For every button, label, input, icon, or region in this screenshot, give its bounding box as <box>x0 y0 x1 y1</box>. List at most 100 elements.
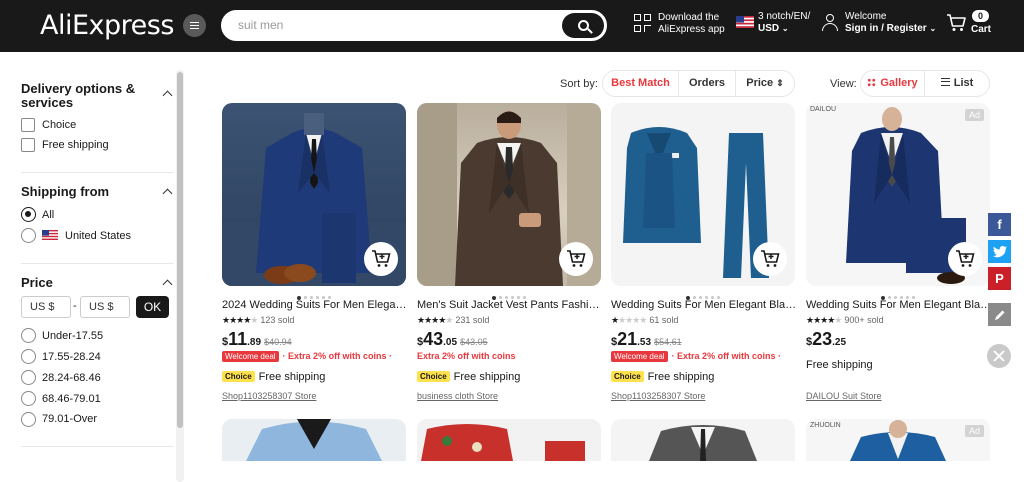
price-range-label: 68.46-79.01 <box>42 393 101 405</box>
pinterest-share-icon[interactable]: P <box>988 267 1011 290</box>
store-link[interactable]: DAILOU Suit Store <box>806 391 882 401</box>
price-range-label: 79.01-Over <box>42 413 98 425</box>
view-list[interactable]: List <box>925 71 989 96</box>
product-rating: ★★★★★ 61 sold <box>611 315 679 325</box>
view-gallery[interactable]: Gallery <box>861 71 925 96</box>
shipping-line: Choice Free shipping <box>417 371 520 383</box>
image-carousel-dots[interactable] <box>806 289 990 300</box>
product-rating: ★★★★★ 900+ sold <box>806 315 884 325</box>
price-range-radio[interactable] <box>21 391 36 406</box>
aliexpress-logo[interactable]: AliExpress <box>40 10 174 41</box>
sidebar-scrollbar-thumb[interactable] <box>177 72 183 428</box>
language-currency-selector[interactable]: 3 notch/EN/ USD ⌄ <box>758 11 810 35</box>
cart-icon[interactable] <box>946 14 966 32</box>
store-link[interactable]: business cloth Store <box>417 391 498 401</box>
search-input[interactable] <box>238 18 558 32</box>
price-range-radio[interactable] <box>21 412 36 427</box>
promo-line: Extra 2% off with coins <box>417 351 516 361</box>
twitter-bird-icon <box>992 245 1007 257</box>
product-image[interactable] <box>611 419 795 461</box>
image-carousel-dots[interactable] <box>222 289 406 300</box>
user-icon[interactable] <box>822 14 838 32</box>
product-image[interactable] <box>222 103 406 286</box>
choice-label: Choice <box>42 119 77 131</box>
price-range-label: Under-17.55 <box>42 330 104 342</box>
add-to-cart-button[interactable] <box>948 242 982 276</box>
twitter-share-icon[interactable] <box>988 240 1011 263</box>
search-button[interactable] <box>562 13 604 38</box>
product-title[interactable]: 2024 Wedding Suits For Men Elegant Blaze… <box>222 299 408 311</box>
price-ok-button[interactable]: OK <box>136 296 169 318</box>
chevron-down-icon: ⌄ <box>929 24 937 33</box>
product-image[interactable]: DAILOU Ad <box>806 103 990 286</box>
suit-image <box>421 424 585 461</box>
product-card[interactable]: Wedding Suits For Men Elegant Blazers ★★… <box>611 103 797 401</box>
suit-image <box>246 419 382 461</box>
welcome-deal-badge: Welcome deal <box>611 351 668 362</box>
choice-checkbox[interactable] <box>21 118 35 132</box>
product-image[interactable] <box>417 419 601 461</box>
sort-price[interactable]: Price ⇕ <box>736 71 794 96</box>
add-cart-icon <box>567 250 586 267</box>
price-range-radio[interactable] <box>21 370 36 385</box>
us-flag-icon <box>42 230 58 240</box>
choice-badge: Choice <box>222 371 255 382</box>
shipping-line: Choice Free shipping <box>222 371 325 383</box>
product-title[interactable]: Wedding Suits For Men Elegant Blazers <box>611 299 797 311</box>
add-to-cart-button[interactable] <box>559 242 593 276</box>
product-card[interactable]: Men's Suit Jacket Vest Pants Fashionable… <box>417 103 603 401</box>
add-to-cart-button[interactable] <box>753 242 787 276</box>
ship-from-us-radio[interactable] <box>21 228 36 243</box>
sort-arrows-icon: ⇕ <box>776 78 784 88</box>
qr-code-icon[interactable] <box>634 14 652 34</box>
ship-from-us-label: United States <box>65 230 132 242</box>
list-icon <box>940 78 950 86</box>
promo-line: Welcome deal · Extra 2% off with coins · <box>222 351 392 362</box>
account-menu[interactable]: Welcome Sign in / Register ⌄ <box>845 11 936 35</box>
product-image[interactable]: ZHUOLIN Ad <box>806 419 990 461</box>
ship-from-all-radio[interactable] <box>21 207 36 222</box>
feedback-edit-icon[interactable] <box>988 303 1011 326</box>
sort-best-match[interactable]: Best Match <box>603 71 679 96</box>
product-card[interactable]: DAILOU Ad Wedding Suits For Men Elegant … <box>806 103 992 401</box>
product-title[interactable]: Wedding Suits For Men Elegant Blazers <box>806 299 992 311</box>
suit-image <box>649 425 757 461</box>
product-rating: ★★★★★ 123 sold <box>222 315 295 325</box>
choice-badge: Choice <box>417 371 450 382</box>
product-price: $11.89 $40.94 <box>222 329 292 349</box>
download-app-link[interactable]: Download the AliExpress app <box>658 12 725 36</box>
pencil-icon <box>994 310 1004 320</box>
price-range-label: 17.55-28.24 <box>42 351 101 363</box>
price-min-input[interactable]: US $ <box>21 296 71 318</box>
view-label: View: <box>830 78 857 90</box>
product-price: $21.53 $54.61 <box>611 329 682 349</box>
view-options: Gallery List <box>860 70 990 97</box>
close-icon[interactable] <box>987 344 1011 368</box>
category-menu-button[interactable] <box>183 14 206 37</box>
product-card[interactable]: 2024 Wedding Suits For Men Elegant Blaze… <box>222 103 408 401</box>
image-carousel-dots[interactable] <box>417 289 601 300</box>
product-image[interactable] <box>222 419 406 461</box>
image-carousel-dots[interactable] <box>611 289 795 300</box>
store-link[interactable]: Shop1103258307 Store <box>611 391 705 401</box>
divider <box>21 172 174 173</box>
cart-count-badge: 0 <box>972 10 989 22</box>
price-range-radio[interactable] <box>21 349 36 364</box>
product-image[interactable] <box>611 103 795 286</box>
star-rating-icon: ★★★★★ <box>611 315 647 325</box>
price-title: Price <box>21 275 53 290</box>
free-shipping-checkbox[interactable] <box>21 138 35 152</box>
product-price: $23.25 <box>806 329 847 349</box>
facebook-share-icon[interactable]: f <box>988 213 1011 236</box>
sort-orders[interactable]: Orders <box>679 71 736 96</box>
product-price: $43.05 $43.05 <box>417 329 488 349</box>
store-link[interactable]: Shop1103258307 Store <box>222 391 316 401</box>
product-image[interactable] <box>417 103 601 286</box>
product-title[interactable]: Men's Suit Jacket Vest Pants Fashionable <box>417 299 603 311</box>
divider <box>21 263 174 264</box>
add-to-cart-button[interactable] <box>364 242 398 276</box>
price-range-dash: - <box>73 300 77 312</box>
price-range-radio[interactable] <box>21 328 36 343</box>
cart-label[interactable]: Cart <box>971 24 991 36</box>
price-max-input[interactable]: US $ <box>80 296 130 318</box>
